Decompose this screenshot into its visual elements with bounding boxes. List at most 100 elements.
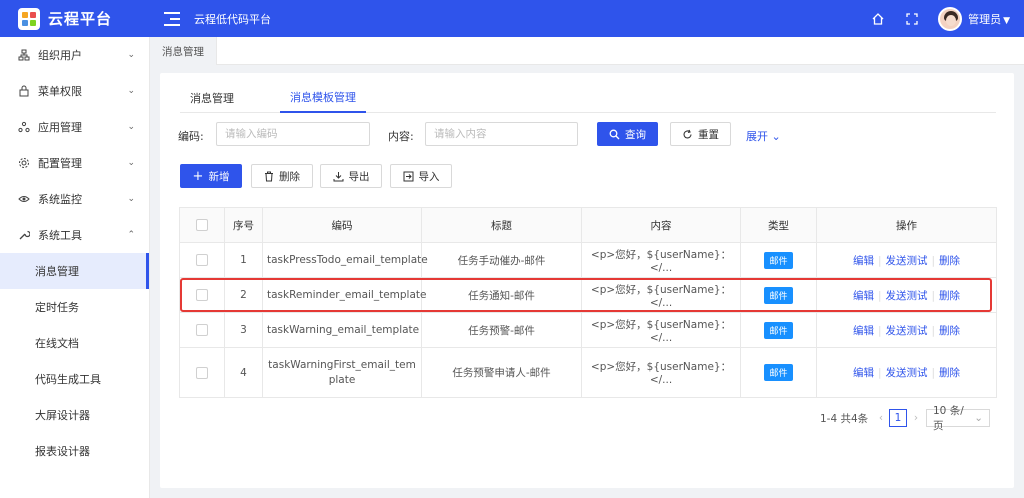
pagination-total: 1-4 共4条 bbox=[820, 413, 869, 425]
reset-button[interactable]: 重置 bbox=[670, 122, 731, 146]
row-content: <p>您好，${userName}：</... bbox=[581, 242, 741, 278]
sidebar-item-org-users[interactable]: 组织用户 ⌄ bbox=[0, 37, 149, 73]
edit-link[interactable]: 编辑 bbox=[853, 367, 874, 379]
row-checkbox[interactable] bbox=[196, 254, 208, 266]
template-table: 序号 编码 标题 内容 类型 操作 1 taskPressTodo_email_… bbox=[179, 207, 997, 398]
type-badge: 邮件 bbox=[764, 251, 793, 269]
row-title: 任务预警-邮件 bbox=[421, 312, 582, 348]
search-icon bbox=[609, 129, 620, 140]
row-code: taskWarning_email_template bbox=[262, 312, 422, 348]
row-no: 2 bbox=[224, 277, 263, 313]
table-row: 2 taskReminder_email_template 任务通知-邮件 <p… bbox=[179, 277, 997, 313]
sidebar-item-label: 应用管理 bbox=[38, 121, 82, 134]
page-number[interactable]: 1 bbox=[889, 409, 907, 427]
sidebar-sub-report-designer[interactable]: 报表设计器 bbox=[0, 433, 149, 469]
export-button[interactable]: 导出 bbox=[320, 164, 382, 188]
logo-icon bbox=[18, 7, 40, 30]
type-badge: 邮件 bbox=[764, 286, 793, 304]
content-input[interactable] bbox=[425, 122, 578, 146]
send-test-link[interactable]: 发送测试 bbox=[886, 367, 928, 379]
import-button[interactable]: 导入 bbox=[390, 164, 452, 188]
sidebar-sub-online-docs[interactable]: 在线文档 bbox=[0, 325, 149, 361]
chevron-down-icon: ⌄ bbox=[127, 50, 135, 60]
tab-message-management-sub[interactable]: 消息管理 bbox=[190, 83, 234, 113]
tab-message-template[interactable]: 消息模板管理 bbox=[280, 83, 366, 113]
content-label: 内容: bbox=[388, 130, 414, 143]
row-title: 任务通知-邮件 bbox=[421, 277, 582, 313]
sidebar-item-app-management[interactable]: 应用管理 ⌄ bbox=[0, 109, 149, 145]
sidebar-item-config-management[interactable]: 配置管理 ⌄ bbox=[0, 145, 149, 181]
gear-icon bbox=[18, 157, 30, 169]
sidebar-item-menu-permission[interactable]: 菜单权限 ⌄ bbox=[0, 73, 149, 109]
select-all-checkbox[interactable] bbox=[196, 219, 208, 231]
code-input[interactable] bbox=[216, 122, 370, 146]
chevron-down-icon: ⌄ bbox=[127, 86, 135, 96]
row-no: 3 bbox=[224, 312, 263, 348]
delete-link[interactable]: 删除 bbox=[939, 290, 960, 302]
tab-message-management[interactable]: 消息管理 bbox=[150, 37, 217, 65]
header-type: 类型 bbox=[740, 207, 817, 243]
header-code: 编码 bbox=[262, 207, 422, 243]
delete-link[interactable]: 删除 bbox=[939, 325, 960, 337]
sidebar-item-label: 配置管理 bbox=[38, 157, 82, 170]
subtabs: 消息管理 消息模板管理 bbox=[180, 83, 996, 113]
logo-text: 云程平台 bbox=[48, 10, 113, 28]
send-test-link[interactable]: 发送测试 bbox=[886, 255, 928, 267]
user-menu[interactable]: 管理员 ▼ bbox=[968, 11, 1010, 27]
table-row: 1 taskPressTodo_email_template 任务手动催办-邮件… bbox=[179, 242, 997, 278]
row-checkbox[interactable] bbox=[196, 366, 208, 379]
logo[interactable]: 云程平台 bbox=[0, 0, 150, 37]
code-label: 编码: bbox=[178, 130, 204, 143]
top-header: 云程平台 云程低代码平台 管理员 ▼ bbox=[0, 0, 1024, 37]
delete-link[interactable]: 删除 bbox=[939, 255, 960, 267]
chevron-down-icon: ⌄ bbox=[127, 158, 135, 168]
table-row: 4 taskWarningFirst_email_template 任务预警申请… bbox=[179, 347, 997, 398]
eye-icon bbox=[18, 193, 30, 205]
edit-link[interactable]: 编辑 bbox=[853, 290, 874, 302]
plus-icon: + bbox=[192, 168, 204, 184]
sidebar-item-label: 菜单权限 bbox=[38, 85, 82, 98]
chevron-down-icon: ⌄ bbox=[974, 412, 983, 424]
lock-icon bbox=[18, 85, 30, 97]
row-content: <p>您好，${userName}：</... bbox=[581, 312, 741, 348]
sidebar-item-label: 系统工具 bbox=[38, 229, 82, 242]
page-tabs: 消息管理 bbox=[150, 37, 1024, 65]
expand-link[interactable]: 展开 ⌄ bbox=[746, 128, 781, 144]
send-test-link[interactable]: 发送测试 bbox=[886, 325, 928, 337]
sidebar-sub-scheduled-tasks[interactable]: 定时任务 bbox=[0, 289, 149, 325]
send-test-link[interactable]: 发送测试 bbox=[886, 290, 928, 302]
edit-link[interactable]: 编辑 bbox=[853, 325, 874, 337]
header-title: 云程低代码平台 bbox=[194, 12, 271, 26]
type-badge: 邮件 bbox=[764, 364, 793, 381]
sidebar-sub-code-generator[interactable]: 代码生成工具 bbox=[0, 361, 149, 397]
search-button[interactable]: 查询 bbox=[597, 122, 658, 146]
org-icon bbox=[18, 49, 30, 61]
row-code: taskPressTodo_email_template bbox=[262, 242, 428, 278]
sidebar-sub-message-management[interactable]: 消息管理 bbox=[0, 253, 149, 289]
row-checkbox[interactable] bbox=[196, 324, 208, 336]
table-header-row: 序号 编码 标题 内容 类型 操作 bbox=[179, 207, 997, 243]
add-button[interactable]: + 新增 bbox=[180, 164, 242, 188]
sidebar-item-system-tools[interactable]: 系统工具 ⌃ bbox=[0, 217, 149, 253]
home-icon[interactable] bbox=[870, 11, 886, 27]
avatar[interactable] bbox=[938, 6, 963, 31]
header-checkbox-cell bbox=[179, 207, 225, 243]
header-content: 内容 bbox=[581, 207, 741, 243]
menu-toggle-icon[interactable] bbox=[164, 11, 180, 26]
edit-link[interactable]: 编辑 bbox=[853, 255, 874, 267]
sidebar-sub-screen-designer[interactable]: 大屏设计器 bbox=[0, 397, 149, 433]
sidebar-item-system-monitor[interactable]: 系统监控 ⌄ bbox=[0, 181, 149, 217]
fullscreen-icon[interactable] bbox=[904, 11, 920, 27]
delete-link[interactable]: 删除 bbox=[939, 367, 960, 379]
row-no: 4 bbox=[224, 347, 263, 398]
row-content: <p>您好，${userName}：</... bbox=[581, 347, 741, 398]
page-size-select[interactable]: 10 条/页 ⌄ bbox=[926, 405, 990, 432]
prev-page-icon[interactable]: ‹ bbox=[876, 409, 886, 427]
delete-button[interactable]: 删除 bbox=[251, 164, 313, 188]
row-checkbox[interactable] bbox=[196, 289, 208, 301]
download-icon bbox=[333, 171, 344, 182]
app-icon bbox=[18, 121, 30, 133]
next-page-icon[interactable]: › bbox=[911, 409, 921, 427]
chevron-down-icon: ⌄ bbox=[127, 122, 135, 132]
table-row: 3 taskWarning_email_template 任务预警-邮件 <p>… bbox=[179, 312, 997, 348]
